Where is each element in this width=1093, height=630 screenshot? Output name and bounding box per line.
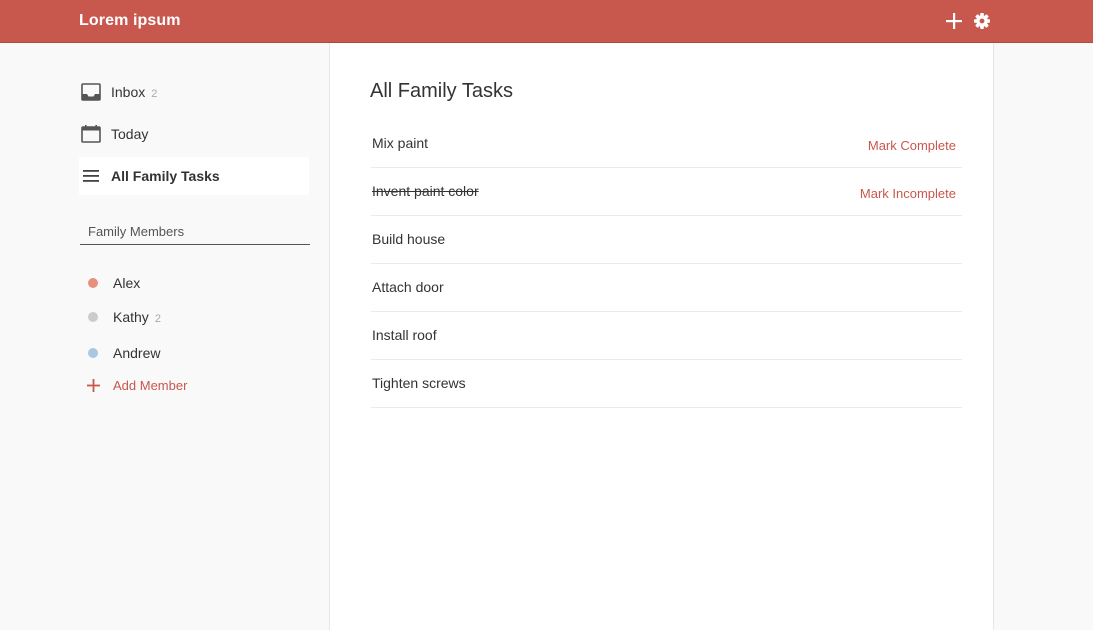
member-andrew[interactable]: Andrew (88, 341, 160, 365)
task-text: Tighten screws (372, 374, 466, 391)
task-list: Mix paint Mark Complete Invent paint col… (371, 120, 962, 408)
task-row[interactable]: Build house (371, 216, 962, 264)
task-row[interactable]: Tighten screws (371, 360, 962, 408)
calendar-icon (80, 124, 102, 144)
add-member-button[interactable]: Add Member (87, 378, 187, 393)
inbox-icon (80, 82, 102, 102)
sidebar-item-label: Inbox (111, 84, 146, 100)
family-members-heading: Family Members (80, 224, 310, 245)
plus-icon (87, 379, 100, 392)
task-row[interactable]: Attach door (371, 264, 962, 312)
task-text: Build house (372, 230, 446, 247)
member-name: Andrew (113, 345, 161, 361)
task-row[interactable]: Install roof (371, 312, 962, 360)
inbox-count: 2 (151, 87, 158, 100)
top-bar: Lorem ipsum (0, 0, 1093, 43)
sidebar-item-all-family-tasks[interactable]: All Family Tasks (79, 157, 309, 195)
member-kathy[interactable]: Kathy 2 (88, 305, 161, 329)
gear-icon[interactable] (973, 12, 991, 30)
mark-incomplete-link[interactable]: Mark Incomplete (860, 186, 956, 201)
plus-icon[interactable] (945, 12, 963, 30)
add-member-label: Add Member (113, 378, 188, 393)
sidebar-item-inbox[interactable]: Inbox 2 (79, 73, 309, 111)
member-name: Kathy (113, 309, 149, 325)
member-color-dot (88, 278, 98, 288)
mark-complete-link[interactable]: Mark Complete (868, 138, 956, 153)
task-text: Invent paint color (372, 182, 479, 199)
main-panel: All Family Tasks Mix paint Mark Complete… (330, 43, 994, 630)
member-color-dot (88, 312, 98, 322)
list-icon (80, 166, 102, 186)
page-title: All Family Tasks (370, 80, 513, 102)
app-title: Lorem ipsum (79, 12, 181, 29)
task-text: Attach door (372, 278, 444, 295)
sidebar-item-today[interactable]: Today (79, 115, 309, 153)
task-row[interactable]: Invent paint color Mark Incomplete (371, 168, 962, 216)
task-text: Install roof (372, 326, 437, 343)
sidebar-item-label: Today (111, 126, 149, 142)
member-alex[interactable]: Alex (88, 271, 140, 295)
sidebar-item-label: All Family Tasks (111, 168, 220, 184)
member-count: 2 (154, 312, 161, 325)
sidebar: Inbox 2 Today All Family Tasks Family Me… (0, 43, 330, 630)
task-row[interactable]: Mix paint Mark Complete (371, 120, 962, 168)
task-text: Mix paint (372, 134, 429, 151)
member-name: Alex (113, 275, 141, 291)
member-color-dot (88, 348, 98, 358)
